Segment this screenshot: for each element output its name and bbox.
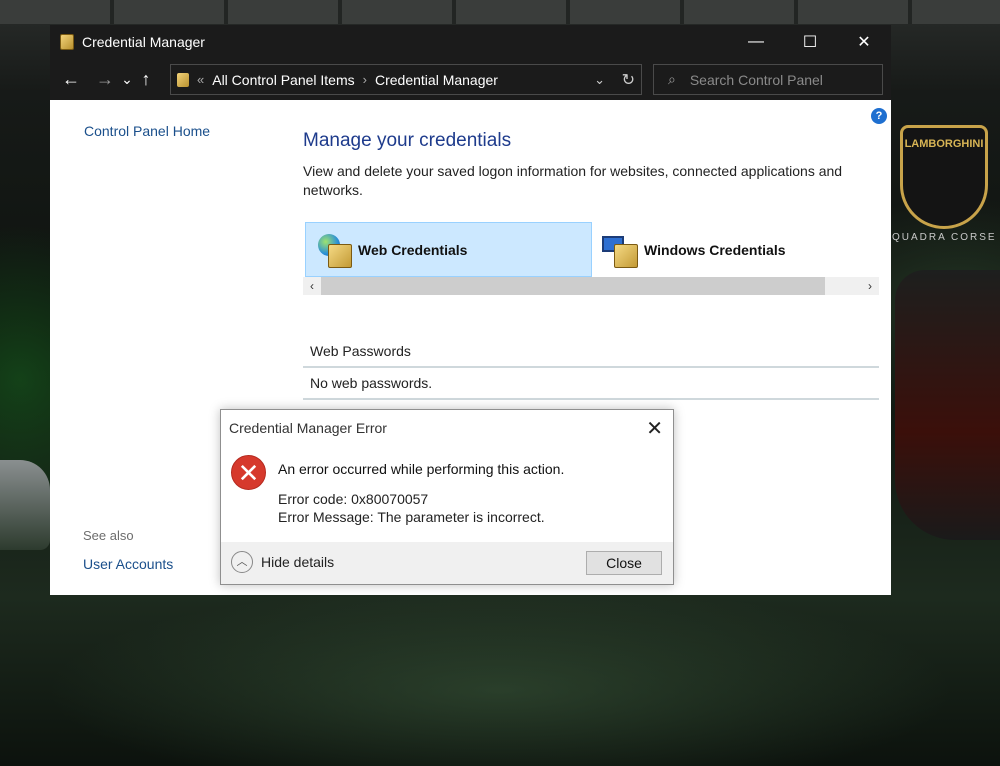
maximize-button[interactable]: ☐ <box>783 25 837 58</box>
search-input[interactable] <box>689 71 860 88</box>
error-code: Error code: 0x80070057 <box>278 491 429 507</box>
lamborghini-logo: LAMBORGHINI <box>900 125 988 229</box>
error-message-detail: Error Message: The parameter is incorrec… <box>278 509 545 525</box>
tab-web-credentials-label: Web Credentials <box>358 241 468 258</box>
refresh-icon[interactable]: ↻ <box>622 70 635 90</box>
hide-details-toggle[interactable]: ︿ Hide details <box>231 551 334 573</box>
search-icon: ⌕ <box>668 71 676 87</box>
scroll-right-icon[interactable]: › <box>861 277 879 295</box>
see-also-label: See also <box>83 528 134 543</box>
breadcrumb-separator-icon[interactable]: › <box>363 72 367 87</box>
help-icon[interactable]: ? <box>871 108 887 124</box>
control-panel-home-link[interactable]: Control Panel Home <box>84 123 210 139</box>
web-credentials-icon <box>316 232 354 268</box>
tab-windows-credentials[interactable]: Windows Credentials <box>592 222 879 277</box>
section-divider <box>303 398 879 400</box>
horizontal-scrollbar[interactable]: ‹ › <box>303 277 879 295</box>
dialog-close-icon[interactable]: ✕ <box>646 416 663 441</box>
dialog-title: Credential Manager Error <box>229 420 387 436</box>
breadcrumb-credential-manager[interactable]: Credential Manager <box>375 72 498 88</box>
scroll-left-icon[interactable]: ‹ <box>303 277 321 295</box>
window-controls: — ☐ ✕ <box>729 25 891 58</box>
error-dialog: Credential Manager Error ✕ ✕ An error oc… <box>220 409 674 585</box>
chevron-up-icon: ︿ <box>231 551 253 573</box>
tab-windows-credentials-label: Windows Credentials <box>644 241 786 258</box>
user-accounts-link[interactable]: User Accounts <box>83 556 173 572</box>
error-icon: ✕ <box>231 455 266 490</box>
scroll-thumb[interactable] <box>321 277 825 295</box>
breadcrumb-overflow-icon[interactable]: « <box>197 72 204 87</box>
title-bar: Credential Manager — ☐ ✕ <box>50 25 891 58</box>
breadcrumb-all-control-panel-items[interactable]: All Control Panel Items <box>212 72 354 88</box>
window-title: Credential Manager <box>82 33 205 50</box>
back-button[interactable]: ← <box>58 65 84 93</box>
page-description: View and delete your saved logon informa… <box>303 163 843 198</box>
section-divider <box>303 366 879 368</box>
search-box[interactable]: ⌕ <box>653 64 883 95</box>
credential-tabs: Web Credentials Windows Credentials <box>305 222 879 277</box>
address-dropdown-icon[interactable]: ⌄ <box>594 72 605 88</box>
car-image-left <box>0 460 50 550</box>
windows-credentials-icon <box>602 232 640 268</box>
close-window-button[interactable]: ✕ <box>837 25 891 58</box>
wallpaper-garage-lights <box>0 0 1000 24</box>
logo-text: LAMBORGHINI <box>904 138 984 150</box>
forward-button[interactable]: → <box>92 65 118 93</box>
minimize-button[interactable]: — <box>729 25 783 58</box>
page-title: Manage your credentials <box>303 130 512 151</box>
recent-locations-button[interactable]: ⌄ <box>118 65 136 93</box>
up-button[interactable]: ↑ <box>136 65 156 93</box>
credential-manager-app-icon <box>60 33 74 50</box>
address-bar[interactable]: « All Control Panel Items › Credential M… <box>170 64 642 95</box>
logo-subtext: QUADRA CORSE <box>892 232 997 243</box>
tab-web-credentials[interactable]: Web Credentials <box>305 222 593 277</box>
dialog-footer: ︿ Hide details Close <box>221 542 673 584</box>
hide-details-label: Hide details <box>261 554 335 570</box>
navigation-bar: ← → ⌄ ↑ « All Control Panel Items › Cred… <box>50 58 891 100</box>
control-panel-icon <box>177 72 189 87</box>
web-passwords-heading[interactable]: Web Passwords <box>310 343 411 359</box>
car-image-right <box>895 270 1000 540</box>
no-web-passwords-text: No web passwords. <box>310 375 433 391</box>
error-message-main: An error occurred while performing this … <box>278 461 565 477</box>
close-button[interactable]: Close <box>586 551 662 575</box>
